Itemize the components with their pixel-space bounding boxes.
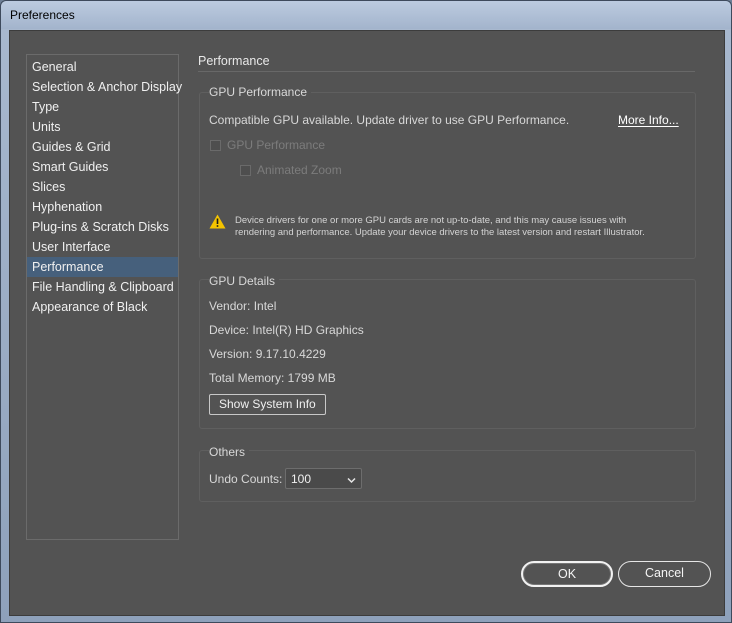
warning-triangle-icon [209,214,226,232]
sidebar-item-slices[interactable]: Slices [27,177,178,197]
others-title: Others [209,445,250,459]
undo-counts-label: Undo Counts: [209,472,283,486]
sidebar-item-file-handling-clipboard[interactable]: File Handling & Clipboard [27,277,178,297]
title-divider [198,71,695,72]
more-info-link[interactable]: More Info... [618,113,679,127]
sidebar-item-plugins-scratch-disks[interactable]: Plug-ins & Scratch Disks [27,217,178,237]
gpu-device-text: Device: Intel(R) HD Graphics [209,323,364,337]
preferences-sidebar: General Selection & Anchor Display Type … [26,54,182,540]
cancel-button[interactable]: Cancel [618,561,711,587]
sidebar-item-selection-anchor-display[interactable]: Selection & Anchor Display [27,77,182,97]
sidebar-item-units[interactable]: Units [27,117,178,137]
sidebar-item-user-interface[interactable]: User Interface [27,237,178,257]
page-title: Performance [198,54,270,68]
title-bar[interactable]: Preferences [1,1,731,29]
sidebar-item-type[interactable]: Type [27,97,178,117]
undo-counts-select[interactable]: 100 [285,468,362,489]
gpu-vendor-text: Vendor: Intel [209,299,277,313]
driver-warning-line-2: rendering and performance. Update your d… [235,227,645,238]
gpu-details-title: GPU Details [209,274,280,288]
gpu-status-text: Compatible GPU available. Update driver … [209,113,570,127]
animated-zoom-checkbox-label: Animated Zoom [257,163,342,177]
preferences-window: Preferences General Selection & Anchor D… [0,0,732,623]
ok-button[interactable]: OK [521,561,613,587]
gpu-details-group: GPU Details Vendor: Intel Device: Intel(… [199,274,696,429]
sidebar-item-general[interactable]: General [27,57,178,77]
sidebar-item-guides-grid[interactable]: Guides & Grid [27,137,178,157]
driver-warning-text: Device drivers for one or more GPU cards… [235,215,685,239]
gpu-version-text: Version: 9.17.10.4229 [209,347,326,361]
sidebar-item-smart-guides[interactable]: Smart Guides [27,157,178,177]
gpu-memory-text: Total Memory: 1799 MB [209,371,336,385]
sidebar-item-hyphenation[interactable]: Hyphenation [27,197,178,217]
gpu-performance-checkbox-label: GPU Performance [227,138,326,152]
sidebar-item-performance[interactable]: Performance [27,257,178,277]
animated-zoom-checkbox[interactable] [240,165,251,176]
show-system-info-button[interactable]: Show System Info [209,394,326,415]
chevron-down-icon [347,474,356,488]
gpu-performance-group: GPU Performance Compatible GPU available… [199,85,696,259]
window-title: Preferences [10,8,75,22]
dialog-body: General Selection & Anchor Display Type … [9,30,725,616]
sidebar-item-appearance-of-black[interactable]: Appearance of Black [27,297,178,317]
gpu-performance-title: GPU Performance [209,85,312,99]
driver-warning-line-1: Device drivers for one or more GPU cards… [235,215,627,226]
others-group: Others Undo Counts: 100 [199,445,696,502]
gpu-performance-checkbox[interactable] [210,140,221,151]
undo-counts-value: 100 [291,472,312,486]
